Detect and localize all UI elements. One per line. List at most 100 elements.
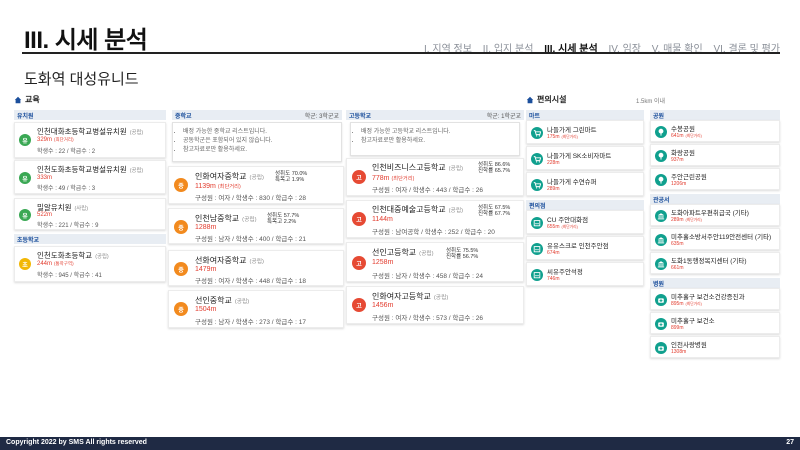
middle-district: 학군: 3학군교 — [304, 113, 339, 120]
school-meta: 구성원 : 여자 / 학생수 : 448 / 학급수 : 18 — [195, 278, 306, 285]
school-rates: 성취도 70.0% 특목고 1.9% — [275, 171, 308, 184]
facilities-title-text: 편의시설 — [537, 95, 567, 104]
office-item-1[interactable]: 도화아파트우편취급국 (기타) 289m (최단거리) — [650, 204, 780, 226]
school-meta: 학생수 : 221 / 학급수 : 9 — [37, 223, 99, 229]
kindergarten-card-3[interactable]: 유 밀알유치원 (사립) 522m 학생수 : 221 / 학급수 : 9 — [14, 198, 166, 230]
kindergarten-card-1[interactable]: 유 인천대화초등학교병설유치원 (공립) 329m (최단거리) 학생수 : 22 … — [14, 122, 166, 158]
mart-header: 마트 — [526, 110, 644, 120]
middle-badge: 중 — [174, 302, 188, 316]
facility-name: 인천사랑병원 — [671, 342, 707, 349]
high-card-2[interactable]: 고 인천대중예술고등학교 (공립) 성취도 67.5% 진학률 67.7% 1144… — [346, 200, 524, 238]
office-item-2[interactable]: 미추홀소방서주안119안전센터 (기타) 635m — [650, 228, 780, 250]
high-badge: 고 — [352, 298, 366, 312]
mart-item-1[interactable]: 나들가게 그린마트 175m (최단거리) — [526, 120, 644, 144]
school-distance: 522m — [37, 212, 53, 218]
school-name: 인천대화초등학교병설유치원 (공립) — [37, 127, 144, 136]
high-card-4[interactable]: 고 인화여자고등학교 (공립) 1456m 구성원 : 여자 / 학생수 : 57… — [346, 286, 524, 324]
office-label: 관공서 — [653, 197, 670, 204]
high-notes: 배정 가능한 고등학교 리스트입니다. 참고자료로만 활용하세요. — [350, 122, 520, 156]
park-item-1[interactable]: 수봉공원 641m (최단거리) — [650, 120, 780, 142]
page-number: 27 — [786, 439, 794, 446]
note-line: 참고자료로만 활용하세요. — [183, 146, 335, 155]
facilities-title: 편의시설 — [526, 94, 566, 105]
mart-label: 마트 — [529, 113, 541, 120]
park-item-3[interactable]: 주안근린공원 1206m — [650, 168, 780, 190]
hospital-item-3[interactable]: 인천사랑병원 1308m — [650, 336, 780, 358]
school-name: 인화여자중학교 (공립) — [195, 172, 264, 181]
facility-distance: 175m (최단거리) — [547, 134, 578, 140]
slide: III. 시세 분석 I. 지역 정보 II. 입지 분석 III. 시세 분석… — [0, 0, 800, 450]
header-divider — [22, 52, 780, 54]
facility-distance: 635m — [671, 241, 684, 247]
store-item-3[interactable]: 씨유주안석정 746m — [526, 262, 644, 286]
store-icon — [531, 243, 543, 255]
middle-card-2[interactable]: 중 인천남중학교 (공립) 성취도 57.7% 특목고 2.2% 1288m 구성원… — [168, 208, 344, 244]
facility-distance: 895m (최단거리) — [671, 301, 702, 307]
school-name: 선화여자중학교 (공립) — [195, 256, 264, 265]
facility-distance: 655m (최단거리) — [547, 224, 578, 230]
elementary-card-1[interactable]: 초 인천도화초등학교 (공립) 244m (통학구역) 학생수 : 945 / 학급… — [14, 246, 166, 282]
facility-distance: 899m — [671, 325, 684, 331]
facility-name: CU 주안대화점 — [547, 217, 589, 224]
kindergarten-card-2[interactable]: 유 인천도화초등학교병설유치원 (공립) 333m 학생수 : 49 / 학급수 … — [14, 160, 166, 194]
facilities-range: 1.5km 이내 — [636, 99, 666, 105]
middle-card-3[interactable]: 중 선화여자중학교 (공립) 1479m 구성원 : 여자 / 학생수 : 448… — [168, 250, 344, 286]
store-item-1[interactable]: CU 주안대화점 655m (최단거리) — [526, 210, 644, 234]
mart-item-2[interactable]: 나들가게 SK소비자마트 228m — [526, 146, 644, 170]
building-icon — [655, 210, 667, 222]
high-badge: 고 — [352, 256, 366, 270]
high-badge: 고 — [352, 212, 366, 226]
school-meta: 구성원 : 여자 / 학생수 : 573 / 학급수 : 26 — [372, 315, 483, 322]
middle-card-1[interactable]: 중 인화여자중학교 (공립) 성취도 70.0% 특목고 1.9% 1139m (최단… — [168, 166, 344, 204]
facility-distance: 289m — [547, 186, 560, 192]
school-distance: 778m (최단거리) — [372, 175, 415, 182]
facility-name: 미추홀구 보건소건강증진과 — [671, 294, 745, 301]
high-card-1[interactable]: 고 인천비즈니스고등학교 (공립) 성취도 86.6% 진학률 65.7% 778m… — [346, 158, 524, 196]
store-item-2[interactable]: 유유스크로 인천주안점 674m — [526, 236, 644, 260]
note-line: 공동학군은 포함되어 있지 않습니다. — [183, 137, 335, 146]
home-icon — [14, 96, 22, 103]
high-card-3[interactable]: 고 선인고등학교 (공립) 성취도 75.5% 진학률 56.7% 1258m 구성… — [346, 242, 524, 282]
education-title: 교육 — [14, 94, 40, 105]
facility-name: 도화아파트우편취급국 (기타) — [671, 210, 749, 217]
school-rates: 성취도 67.5% 진학률 67.7% — [478, 205, 511, 218]
hospital-item-1[interactable]: 미추홀구 보건소건강증진과 895m (최단거리) — [650, 288, 780, 310]
high-label: 고등학교 — [349, 113, 372, 120]
school-meta: 구성원 : 남자 / 학생수 : 273 / 학급수 : 17 — [195, 319, 306, 326]
medical-icon — [655, 294, 667, 306]
school-distance: 1144m — [372, 216, 393, 223]
facility-name: 수봉공원 — [671, 126, 695, 133]
facility-name: 미추홀소방서주안119안전센터 (기타) — [671, 234, 772, 241]
facility-distance: 641m (최단거리) — [671, 133, 702, 139]
school-distance: 1288m — [195, 224, 217, 231]
facility-distance: 1206m — [671, 181, 687, 187]
home-icon — [526, 96, 534, 103]
middle-badge: 중 — [174, 220, 188, 234]
note-line: 참고자료로만 활용하세요. — [361, 137, 513, 146]
school-distance: 333m — [37, 175, 53, 181]
footer-bar: Copyright 2022 by SMS All rights reserve… — [0, 437, 800, 450]
school-rates: 성취도 75.5% 진학률 56.7% — [446, 248, 479, 261]
middle-label: 중학교 — [175, 113, 192, 120]
kindergarten-badge: 유 — [19, 134, 31, 146]
middle-card-4[interactable]: 중 선인중학교 (공립) 1504m 구성원 : 남자 / 학생수 : 273 /… — [168, 290, 344, 328]
elementary-label: 초등학교 — [17, 237, 40, 244]
note-line: 배정 가능한 중학교 리스트입니다. — [183, 128, 335, 137]
school-distance: 1139m (최단거리) — [195, 183, 241, 190]
mart-item-3[interactable]: 나들가게 수연슈퍼 289m — [526, 172, 644, 196]
hospital-label: 병원 — [653, 281, 665, 288]
facility-distance: 289m (최단거리) — [671, 217, 702, 223]
middle-notes: 배정 가능한 중학교 리스트입니다. 공동학군은 포함되어 있지 않습니다. 참… — [172, 122, 342, 162]
medical-icon — [655, 318, 667, 330]
elementary-header: 초등학교 — [14, 234, 166, 244]
tree-icon — [655, 150, 667, 162]
store-icon — [531, 217, 543, 229]
facility-distance: 937m — [671, 157, 684, 163]
park-item-2[interactable]: 화랑공원 937m — [650, 144, 780, 166]
cart-icon — [531, 127, 543, 139]
office-item-3[interactable]: 도화1동행정복지센터 (기타) 661m — [650, 252, 780, 274]
hospital-item-2[interactable]: 미추홀구 보건소 899m — [650, 312, 780, 334]
school-meta: 구성원 : 남자 / 학생수 : 458 / 학급수 : 24 — [372, 273, 483, 280]
school-meta: 구성원 : 여자 / 학생수 : 443 / 학급수 : 26 — [372, 187, 483, 194]
cart-icon — [531, 179, 543, 191]
